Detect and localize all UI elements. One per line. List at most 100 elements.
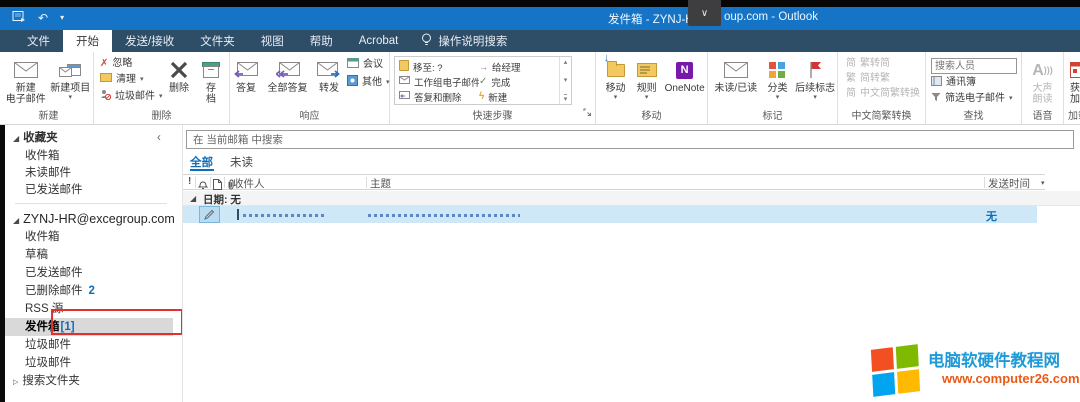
column-sent-time[interactable]: 发送时间 xyxy=(988,176,1030,191)
account-header[interactable]: ◢ZYNJ-HR@excegroup.com xyxy=(13,209,181,229)
ribbon-group-quicksteps: 移至: ? →给经理 工作组电子邮件 ✓完成 答复和删除 ϟ新建 ▴ ▾ ▾ 快… xyxy=(390,52,596,124)
group-label-addins: 加载 xyxy=(1064,109,1080,124)
trad-to-simp-button[interactable]: 简繁转简 xyxy=(846,58,920,70)
group-label-delete: 删除 xyxy=(94,109,229,124)
read-aloud-icon: A))) xyxy=(1032,57,1053,83)
arrow-right-icon: → xyxy=(479,62,488,72)
get-addins-button[interactable]: 获 加载 xyxy=(1070,54,1080,105)
triangle-collapsed-icon[interactable]: ▷ xyxy=(13,379,18,386)
meeting-button[interactable]: 会议 xyxy=(347,58,387,72)
tab-home[interactable]: 开始 xyxy=(63,30,112,52)
reply-all-icon xyxy=(276,57,300,83)
chinese-convert-button[interactable]: 简中文简繁转换 xyxy=(846,88,920,100)
quickstep-create-new[interactable]: ϟ新建 xyxy=(479,89,559,104)
new-items-icon xyxy=(59,57,81,83)
gallery-more-icon[interactable]: ▾ xyxy=(564,94,568,103)
sidebar-item-fav-unread[interactable]: 未读邮件 xyxy=(25,164,193,182)
tab-unread[interactable]: 未读 xyxy=(230,154,253,170)
forward-button[interactable]: 转发 xyxy=(313,54,345,94)
dialog-launcher-icon[interactable] xyxy=(583,104,592,122)
tab-file[interactable]: 文件 xyxy=(14,30,63,52)
reply-all-button[interactable]: 全部答复 xyxy=(262,54,313,94)
quickstep-reply-delete[interactable]: 答复和删除 xyxy=(399,89,479,104)
gallery-scrollbar[interactable]: ▴ ▾ ▾ xyxy=(559,57,571,104)
favorites-header[interactable]: ◢收藏夹 xyxy=(13,129,181,147)
watermark-title: 电脑软硬件教程网 xyxy=(928,347,1060,371)
new-email-button[interactable]: 新建 电子邮件 xyxy=(4,54,48,105)
onenote-icon: N xyxy=(676,62,693,79)
move-button[interactable]: ↓ 移动 ▾ xyxy=(600,54,631,102)
sort-caret-icon[interactable]: ▾ xyxy=(1041,179,1045,187)
triangle-expanded-icon: ◢ xyxy=(190,194,196,203)
undo-icon[interactable]: ↶ xyxy=(38,12,48,24)
date-group-header[interactable]: ◢ 日期: 无 xyxy=(183,191,1080,206)
main-area: ◢收藏夹 ‹ 收件箱 未读邮件 已发送邮件 ◢ZYNJ-HR@excegroup… xyxy=(0,125,1080,402)
simp-to-trad-button[interactable]: 繁简转繁 xyxy=(846,73,920,85)
sidebar-item-junk-1[interactable]: 垃圾邮件 xyxy=(25,336,193,354)
gallery-down-icon[interactable]: ▾ xyxy=(564,76,568,84)
rules-icon xyxy=(637,57,657,83)
search-input[interactable] xyxy=(186,130,1074,149)
column-to[interactable]: 收件人 xyxy=(233,176,265,191)
ignore-icon: ✗ xyxy=(100,58,108,70)
sidebar-item-junk-2[interactable]: 垃圾邮件 xyxy=(25,354,193,372)
ignore-button[interactable]: ✗ 忽略 xyxy=(100,58,160,70)
new-items-button[interactable]: 新建项目 ▾ xyxy=(48,54,93,102)
send-receive-icon[interactable] xyxy=(12,9,26,27)
junk-button[interactable]: 垃圾邮件▾ xyxy=(100,89,160,104)
group-label-move: 移动 xyxy=(596,109,707,124)
read-aloud-button[interactable]: A))) 大声 朗读 xyxy=(1023,54,1063,105)
customize-qat-icon[interactable]: ▾ xyxy=(60,14,64,22)
follow-up-button[interactable]: 后续标志 ▾ xyxy=(793,54,837,102)
sidebar-item-inbox[interactable]: 收件箱 xyxy=(25,228,193,246)
column-subject[interactable]: 主题 xyxy=(370,176,391,191)
pane-divider xyxy=(15,203,167,204)
unread-read-button[interactable]: 未读/已读 xyxy=(710,54,762,94)
tab-send-receive[interactable]: 发送/接收 xyxy=(112,30,187,52)
sidebar-item-sent[interactable]: 已发送邮件 xyxy=(25,264,193,282)
tab-all[interactable]: 全部 xyxy=(190,154,213,170)
tab-folder[interactable]: 文件夹 xyxy=(187,30,248,52)
onenote-button[interactable]: N OneNote xyxy=(662,54,707,94)
sidebar-item-fav-sent[interactable]: 已发送邮件 xyxy=(25,181,193,199)
sidebar-item-drafts[interactable]: 草稿 xyxy=(25,246,193,264)
ribbon-group-addins: 获 加载 加载 xyxy=(1064,52,1080,124)
sidebar-item-fav-inbox[interactable]: 收件箱 xyxy=(25,147,193,165)
reply-button[interactable]: 答复 xyxy=(230,54,262,94)
more-respond-button[interactable]: 其他▾ xyxy=(347,75,387,90)
sidebar-item-deleted[interactable]: 已删除邮件2 xyxy=(25,282,193,300)
search-people-input[interactable] xyxy=(931,58,1017,74)
tab-acrobat[interactable]: Acrobat xyxy=(346,30,412,52)
tab-view[interactable]: 视图 xyxy=(248,30,297,52)
address-book-button[interactable]: 通讯簿 xyxy=(931,76,1017,90)
ribbon-group-find: 通讯簿 筛选电子邮件▾ 查找 xyxy=(926,52,1022,124)
filter-email-button[interactable]: 筛选电子邮件▾ xyxy=(931,92,1017,106)
sidebar-item-search-folders[interactable]: ▷搜索文件夹 xyxy=(13,372,181,390)
delete-button[interactable]: 删除 xyxy=(162,54,196,94)
envelope-icon xyxy=(399,76,410,87)
archive-button[interactable]: 存 档 xyxy=(196,54,226,105)
rules-button[interactable]: 规则 ▾ xyxy=(631,54,662,102)
quickstep-move-to[interactable]: 移至: ? xyxy=(399,59,479,74)
message-row[interactable]: 无 xyxy=(183,206,1037,223)
pane-splitter[interactable] xyxy=(182,125,183,402)
importance-column-icon[interactable]: ! xyxy=(188,176,191,187)
tell-me-search[interactable]: 操作说明搜索 xyxy=(411,30,517,52)
group-label-speech: 语音 xyxy=(1022,109,1063,124)
move-icon: ↓ xyxy=(607,57,625,83)
group-label-respond: 响应 xyxy=(230,109,389,124)
censored-marker xyxy=(237,209,239,220)
categorize-button[interactable]: 分类 ▾ xyxy=(762,54,794,102)
list-header-row: ! 收件人 主题 发送时间 ▾ xyxy=(183,174,1045,190)
quickstep-to-manager[interactable]: →给经理 xyxy=(479,59,559,74)
quickstep-team-email[interactable]: 工作组电子邮件 xyxy=(399,74,479,89)
triangle-expanded-icon[interactable]: ◢ xyxy=(13,134,19,143)
ribbon-tab-row: 文件 开始 发送/接收 文件夹 视图 帮助 Acrobat 操作说明搜索 xyxy=(0,30,1080,52)
tab-help[interactable]: 帮助 xyxy=(297,30,346,52)
gallery-up-icon[interactable]: ▴ xyxy=(564,58,568,66)
flag-icon xyxy=(808,57,822,83)
pencil-icon xyxy=(204,209,215,220)
triangle-expanded-icon[interactable]: ◢ xyxy=(13,216,19,225)
quickstep-done[interactable]: ✓完成 xyxy=(479,74,559,89)
cleanup-button[interactable]: 清理▾ xyxy=(100,73,160,86)
